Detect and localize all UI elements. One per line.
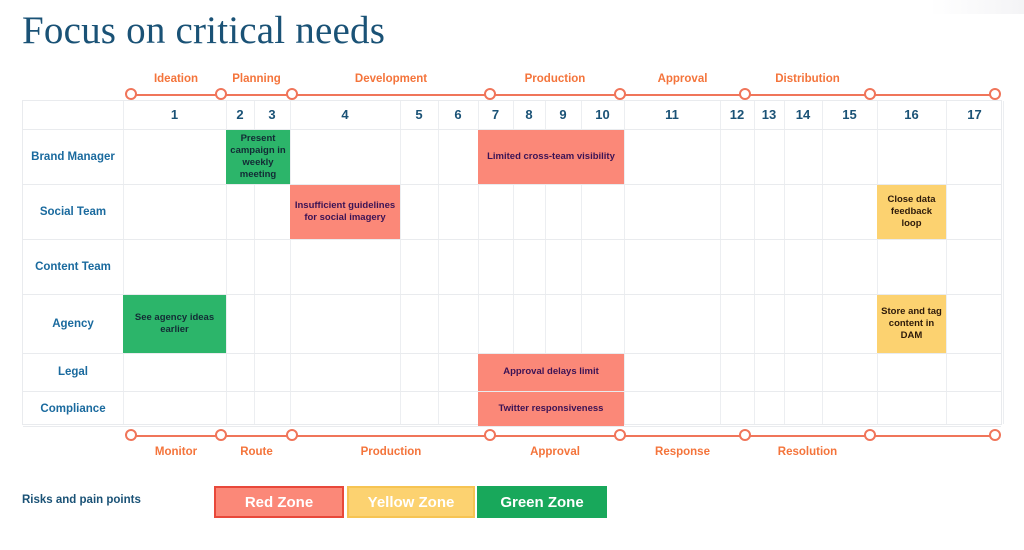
milestone-dot-icon[interactable] (215, 88, 227, 100)
milestone-dot-icon[interactable] (614, 429, 626, 441)
milestone-dot-icon[interactable] (989, 429, 1001, 441)
column-number: 6 (454, 107, 462, 122)
milestone-dot-icon[interactable] (125, 429, 137, 441)
grid-row-divider (23, 426, 1001, 427)
row-label-legal: Legal (57, 366, 89, 378)
column-number: 16 (904, 107, 919, 122)
row-label-brand-manager: Brand Manager (31, 150, 115, 163)
column-number: 9 (559, 107, 567, 122)
grid-column-divider (290, 101, 291, 424)
row-label-agency: Agency (52, 317, 94, 330)
matrix-cell-red[interactable]: Limited cross-team visibility (478, 130, 624, 184)
matrix-cell-red[interactable]: Twitter responsiveness (478, 392, 624, 426)
phase-label: Planning (232, 73, 281, 85)
column-number: 3 (268, 107, 276, 122)
phase-label: Distribution (775, 73, 840, 85)
column-number: 10 (595, 107, 610, 122)
grid-column-divider (822, 101, 823, 424)
grid-row-divider (23, 184, 1001, 185)
column-number: 5 (415, 107, 423, 122)
grid-label-divider (123, 101, 124, 424)
phase-label: Resolution (777, 446, 838, 458)
row-label-social-team: Social Team (39, 205, 107, 218)
page-title: Focus on critical needs (22, 9, 386, 52)
milestone-dot-icon[interactable] (989, 88, 1001, 100)
milestone-dot-icon[interactable] (864, 429, 876, 441)
row-label-compliance: Compliance (40, 402, 106, 415)
phase-label: Approval (530, 446, 580, 458)
matrix-cell-green[interactable]: Present campaign in weekly meeting (226, 130, 290, 184)
grid-column-divider (438, 101, 439, 424)
legend-chip-red[interactable]: Red Zone (214, 486, 344, 518)
milestone-dot-icon[interactable] (614, 88, 626, 100)
milestone-dot-icon[interactable] (286, 88, 298, 100)
column-number: 13 (761, 107, 777, 122)
column-number: 2 (236, 107, 244, 122)
phase-label: Development (354, 73, 428, 85)
grid-column-divider (946, 101, 947, 424)
milestone-dot-icon[interactable] (125, 88, 137, 100)
grid-column-divider (877, 101, 878, 424)
phase-label: Production (360, 446, 422, 458)
matrix-cell-red[interactable]: Insufficient guidelines for social image… (290, 185, 400, 239)
row-label-content-team: Content Team (35, 260, 111, 273)
milestone-dot-icon[interactable] (484, 88, 496, 100)
column-number: 4 (341, 107, 349, 122)
matrix-cell-yellow[interactable]: Store and tag content in DAM (877, 295, 946, 353)
milestone-dot-icon[interactable] (739, 88, 751, 100)
column-number: 14 (795, 107, 811, 122)
column-number: 12 (729, 107, 745, 122)
phase-label: Response (655, 446, 710, 458)
legend-chip-green[interactable]: Green Zone (477, 486, 607, 518)
column-number: 7 (491, 107, 500, 122)
matrix-grid: 1 2 3 4 5 6 7 8 9 10 11 12 13 14 15 16 17 Brand Manager So… (22, 100, 1004, 427)
grid-column-divider (720, 101, 721, 424)
milestone-dot-icon[interactable] (286, 429, 298, 441)
phase-label: Route (240, 446, 273, 458)
phase-label: Approval (657, 73, 708, 85)
grid-column-divider (400, 101, 401, 424)
grid-row-divider (23, 239, 1001, 240)
legend-chip-yellow[interactable]: Yellow Zone (347, 486, 475, 518)
grid-column-divider (1003, 101, 1004, 424)
milestone-dot-icon[interactable] (484, 429, 496, 441)
matrix-cell-green[interactable]: See agency ideas earlier (123, 295, 226, 353)
grid-column-divider (754, 101, 755, 424)
grid-column-divider (624, 101, 625, 424)
grid-column-divider (784, 101, 785, 424)
corner-decoration (930, 0, 1024, 14)
column-number: 11 (665, 107, 679, 122)
matrix-cell-yellow[interactable]: Close data feedback loop (877, 185, 946, 239)
column-number: 1 (170, 107, 179, 122)
milestone-dot-icon[interactable] (739, 429, 751, 441)
top-phase-axis: Ideation Planning Development Production App… (122, 73, 1002, 100)
matrix-cell-red[interactable]: Approval delays limit (478, 354, 624, 391)
column-number: 17 (967, 107, 982, 122)
column-number: 15 (842, 107, 857, 122)
milestone-dot-icon[interactable] (864, 88, 876, 100)
column-number: 8 (525, 107, 533, 122)
milestone-dot-icon[interactable] (215, 429, 227, 441)
phase-label: Production (524, 73, 586, 85)
bottom-phase-axis: Monitor Route Production Approval Response Re… (122, 429, 1002, 458)
legend-title: Risks and pain points (22, 494, 141, 506)
